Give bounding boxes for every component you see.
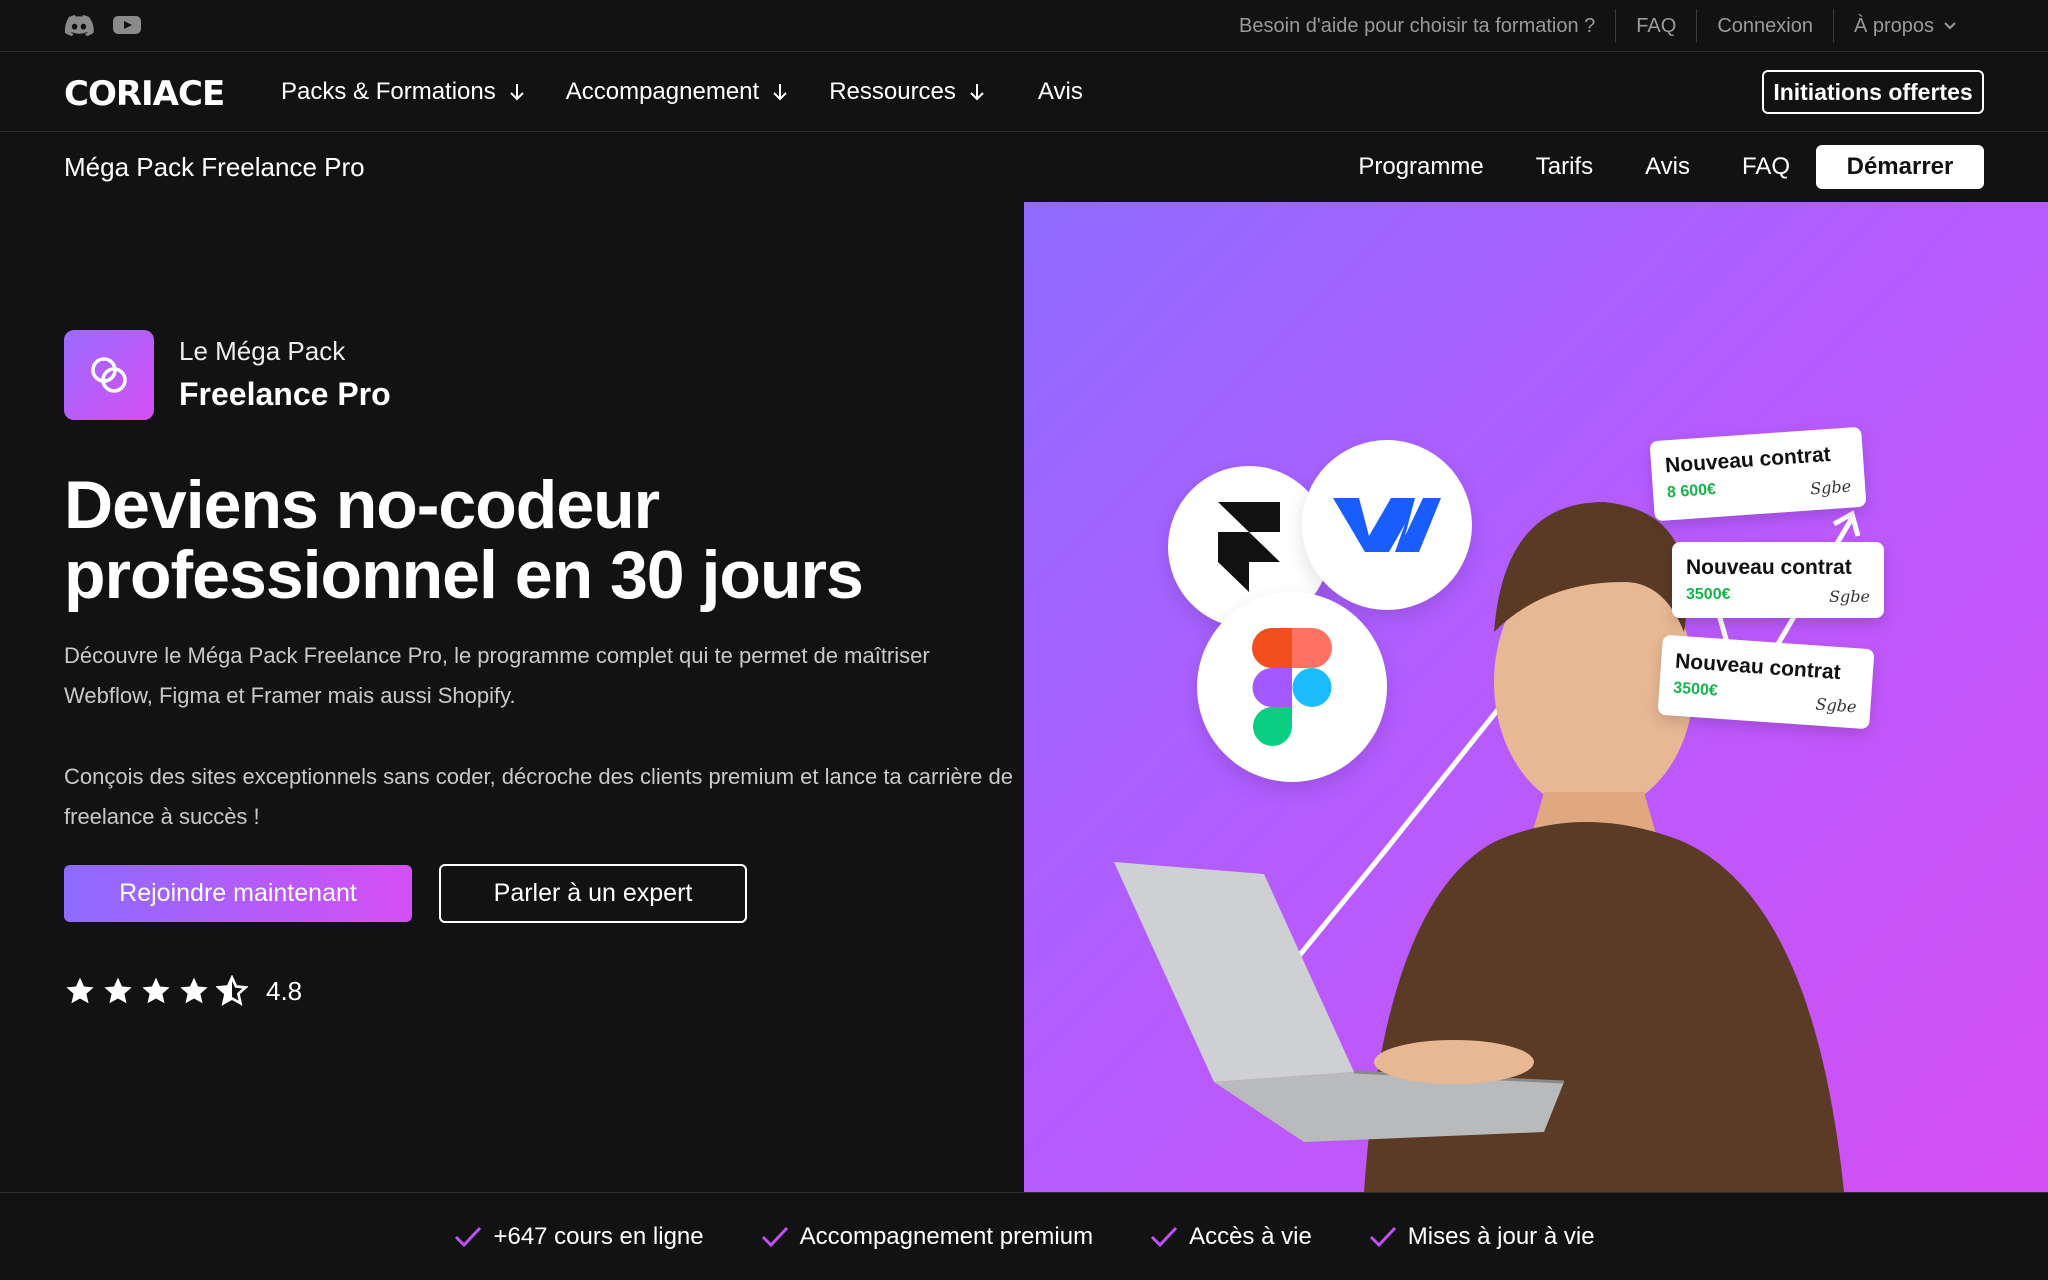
subnav-programme[interactable]: Programme — [1358, 153, 1483, 181]
nav-item-accompagnement[interactable]: Accompagnement — [566, 78, 789, 106]
feature-item: Accompagnement premium — [760, 1223, 1093, 1251]
feature-label: Mises à jour à vie — [1407, 1222, 1595, 1250]
check-icon — [761, 1226, 788, 1247]
contract-card: Nouveau contrat 3500€ Sgbe — [1672, 542, 1884, 618]
about-menu[interactable]: À propos — [1832, 9, 1976, 43]
hero-illustration: Nouveau contrat 8 600€ Sgbe Nouveau cont… — [1024, 202, 2048, 1192]
check-icon — [1151, 1226, 1178, 1247]
framer-icon — [1218, 502, 1280, 592]
headline-line1: Deviens no-codeur — [64, 467, 660, 543]
pack-name-line2: Freelance Pro — [179, 376, 391, 412]
star-icon — [104, 977, 132, 1004]
hero-headline: Deviens no-codeur professionnel en 30 jo… — [64, 470, 1004, 610]
top-utility-bar: Besoin d'aide pour choisir ta formation … — [0, 0, 2048, 52]
faq-link[interactable]: FAQ — [1615, 9, 1696, 43]
signature: Sgbe — [1809, 476, 1852, 499]
growth-arrow-illustration — [1114, 502, 1861, 1192]
pack-logo-icon — [64, 330, 154, 420]
figma-logo — [1197, 592, 1387, 782]
chevron-down-icon — [1944, 22, 1956, 30]
check-icon — [1369, 1226, 1396, 1247]
half-star-icon — [216, 975, 248, 1006]
feature-label: Accompagnement premium — [799, 1222, 1094, 1250]
discord-icon[interactable] — [64, 13, 94, 37]
star-icon — [180, 977, 208, 1004]
arrow-down-icon — [970, 84, 984, 101]
signature: Sgbe — [1829, 587, 1870, 606]
demarrer-button[interactable]: Démarrer — [1816, 145, 1984, 189]
initiations-button[interactable]: Initiations offertes — [1762, 70, 1984, 114]
subnav-links: Programme Tarifs Avis FAQ Démarrer — [1358, 145, 1984, 189]
contract-card: Nouveau contrat 3500€ Sgbe — [1657, 634, 1875, 730]
nav-item-avis[interactable]: Avis — [1038, 78, 1083, 106]
logo-text: CORIACE — [64, 74, 225, 114]
about-label: À propos — [1853, 14, 1934, 37]
features-bar: +647 cours en ligne Accompagnement premi… — [0, 1192, 2048, 1280]
subnav-faq[interactable]: FAQ — [1742, 153, 1790, 181]
arrow-down-icon — [510, 84, 524, 101]
nav-item-packs[interactable]: Packs & Formations — [281, 78, 526, 106]
contract-title: Nouveau contrat — [1686, 556, 1852, 579]
nav-item-label: Ressources — [829, 78, 956, 105]
figma-icon — [1252, 628, 1332, 746]
utility-links: Besoin d'aide pour choisir ta formation … — [1219, 0, 1976, 52]
check-icon — [455, 1226, 482, 1247]
product-subnav: Méga Pack Freelance Pro Programme Tarifs… — [0, 132, 2048, 202]
webflow-icon — [1333, 498, 1441, 552]
nav-item-label: Packs & Formations — [281, 78, 496, 105]
arrow-down-icon — [773, 84, 787, 101]
feature-label: Accès à vie — [1189, 1222, 1312, 1250]
feature-item: +647 cours en ligne — [453, 1222, 704, 1251]
headline-line2: professionnel en 30 jours — [64, 537, 864, 613]
join-now-button[interactable]: Rejoindre maintenant — [64, 865, 412, 922]
feature-label: +647 cours en ligne — [493, 1222, 704, 1250]
webflow-logo — [1302, 440, 1472, 610]
feature-item: Mises à jour à vie — [1368, 1223, 1595, 1251]
nav-item-label: Accompagnement — [565, 78, 760, 105]
social-links — [64, 13, 142, 37]
youtube-icon[interactable] — [112, 13, 142, 37]
main-navigation: CORIACE Packs & Formations Accompagnemen… — [0, 52, 2048, 132]
subnav-tarifs[interactable]: Tarifs — [1536, 153, 1593, 181]
hero-pitch: Conçois des sites exceptionnels sans cod… — [64, 764, 1013, 829]
hero-description: Découvre le Méga Pack Freelance Pro, le … — [64, 643, 930, 708]
subnav-avis[interactable]: Avis — [1645, 153, 1690, 181]
rating-value: 4.8 — [266, 975, 303, 1006]
star-icon — [66, 977, 94, 1004]
feature-item: Accès à vie — [1149, 1223, 1312, 1251]
pack-name-line1: Le Méga Pack — [179, 336, 346, 366]
contract-card: Nouveau contrat 8 600€ Sgbe — [1649, 426, 1867, 522]
nav-item-ressources[interactable]: Ressources — [829, 78, 986, 106]
help-link[interactable]: Besoin d'aide pour choisir ta formation … — [1219, 9, 1615, 43]
star-icon — [142, 977, 170, 1004]
login-link[interactable]: Connexion — [1696, 9, 1833, 43]
rating: 4.8 — [64, 975, 302, 1007]
nav-menu: Packs & Formations Accompagnement Ressou… — [281, 52, 1123, 132]
signature: Sgbe — [1815, 694, 1858, 717]
talk-to-expert-button[interactable]: Parler à un expert — [439, 864, 747, 923]
nav-item-label: Avis — [1037, 78, 1083, 105]
product-title: Méga Pack Freelance Pro — [64, 152, 365, 182]
coriace-logo[interactable]: CORIACE — [64, 74, 225, 114]
